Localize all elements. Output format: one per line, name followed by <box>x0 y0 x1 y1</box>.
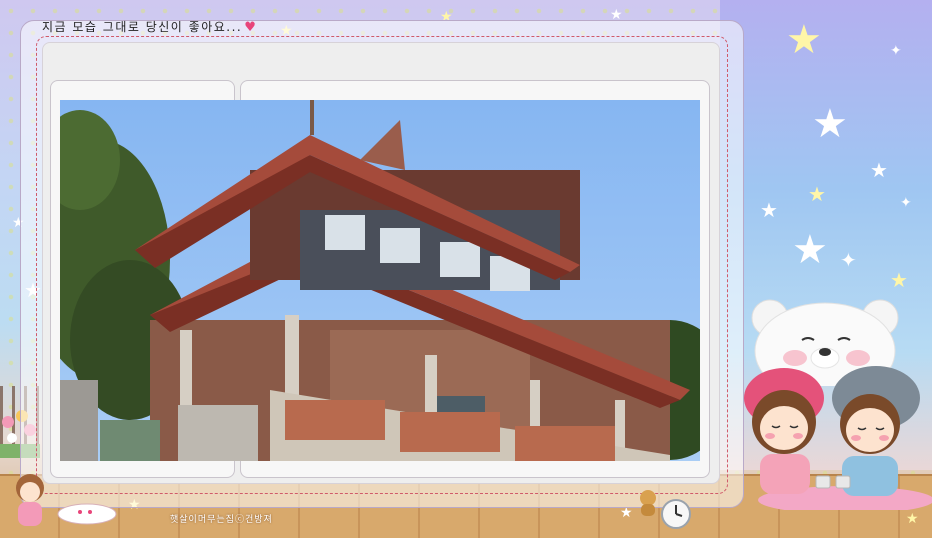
frame-title: 지금 모습 그대로 당신이 좋아요... ♥ <box>42 18 257 40</box>
teddy-decoration <box>640 490 656 516</box>
star-icon: ★ <box>620 505 633 521</box>
star-icon: ★ <box>906 511 919 527</box>
temple-photo <box>60 100 700 461</box>
star-icon: ★ <box>808 182 826 206</box>
star-icon: ✦ <box>900 195 912 211</box>
star-icon: ★ <box>870 158 888 182</box>
doll-decoration <box>16 474 44 526</box>
couple-illustration <box>744 366 932 510</box>
footer-credit: 햇살이머무는집ⓒ건방져 <box>170 515 273 525</box>
star-icon: ✦ <box>890 43 902 59</box>
frame-title-text: 지금 모습 그대로 당신이 좋아요... <box>42 20 243 34</box>
star-icon: ★ <box>890 268 908 292</box>
star-icon: ★ <box>812 101 848 147</box>
star-icon: ✦ <box>840 248 857 272</box>
heart-icon: ♥ <box>244 20 258 35</box>
star-icon: ★ <box>760 198 778 222</box>
alarm-clock-icon <box>661 499 691 529</box>
shoe-decoration <box>57 503 117 525</box>
star-icon: ★ <box>786 17 822 63</box>
star-icon: ★ <box>792 227 828 273</box>
